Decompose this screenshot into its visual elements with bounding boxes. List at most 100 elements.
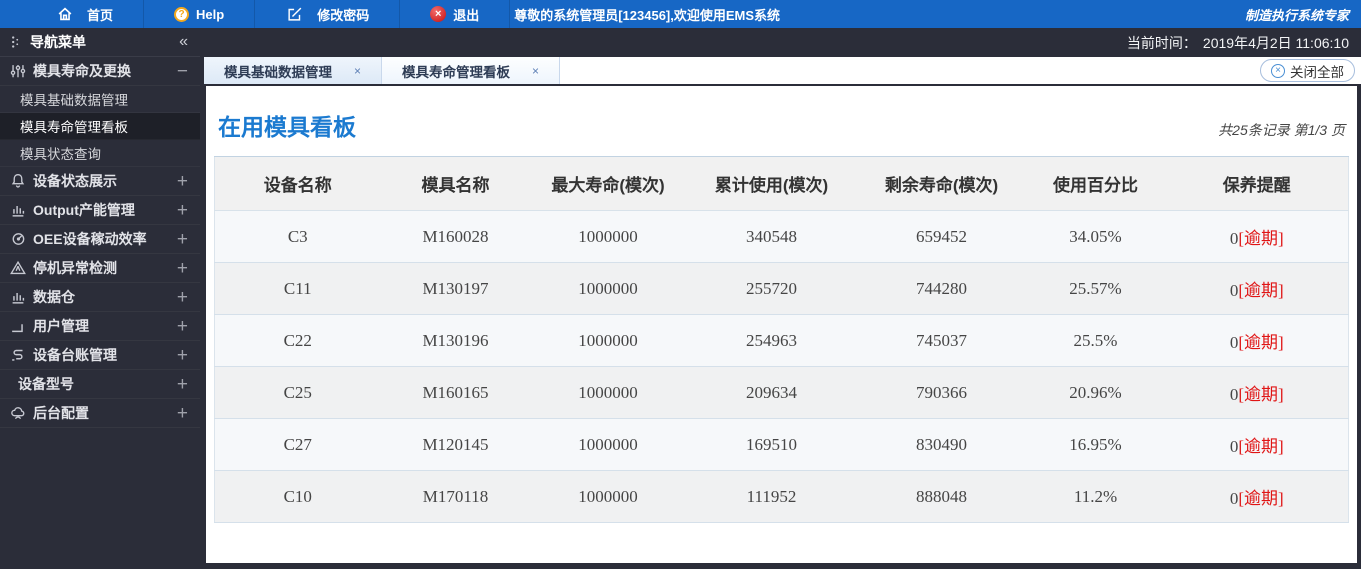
- tab-bar: 模具基础数据管理 × 模具寿命管理看板 × × 关闭全部: [204, 57, 1361, 84]
- max-life-cell: 1000000: [530, 262, 686, 315]
- sidebar-group-data-warehouse[interactable]: 数据仓 +: [0, 283, 200, 312]
- main-layout: 导航菜单 « 模具寿命及更换 − 模具基础数据管理 模具寿命管理看板 模具状态查…: [0, 28, 1361, 569]
- content-column: 当前时间： 2019年4月2日 11:06:10 模具基础数据管理 × 模具寿命…: [200, 28, 1361, 569]
- table-row: C25 M160165 1000000 209634 790366 20.96% 0[逾期]: [214, 366, 1349, 419]
- used-cell: 209634: [685, 366, 858, 419]
- table-row: C27 M120145 1000000 169510 830490 16.95% 0[逾期]: [214, 418, 1349, 471]
- device-name-cell: C11: [214, 262, 381, 315]
- sidebar-item-mold-basic-data[interactable]: 模具基础数据管理: [0, 86, 200, 113]
- max-life-cell: 1000000: [530, 418, 686, 471]
- grip-dots-icon: [10, 33, 20, 52]
- sidebar-group-label: 设备型号: [18, 376, 74, 392]
- max-life-cell: 1000000: [530, 210, 686, 263]
- mold-name-cell: M170118: [380, 470, 531, 523]
- header-used: 累计使用(模次): [685, 156, 858, 211]
- current-time-label: 当前时间：: [1126, 34, 1197, 51]
- sidebar-group-output[interactable]: Output产能管理 +: [0, 196, 200, 225]
- sidebar-collapse-icon[interactable]: «: [179, 33, 188, 51]
- mold-name-cell: M160165: [380, 366, 531, 419]
- tab-mold-life-board[interactable]: 模具寿命管理看板 ×: [382, 57, 560, 84]
- tab-close-icon[interactable]: ×: [354, 64, 361, 78]
- header-mold-name: 模具名称: [380, 156, 531, 211]
- edit-icon: [285, 5, 304, 24]
- sidebar-item-mold-status-query[interactable]: 模具状态查询: [0, 140, 200, 167]
- remaining-life-cell: 790366: [857, 366, 1026, 419]
- logout-button[interactable]: × 退出: [400, 0, 511, 28]
- overdue-label: [逾期]: [1238, 281, 1284, 300]
- sidebar-group-backend-config[interactable]: 后台配置 +: [0, 399, 200, 428]
- flow-icon: [8, 346, 27, 365]
- expand-plus-icon[interactable]: +: [177, 288, 188, 307]
- sidebar-group-device-status[interactable]: 设备状态展示 +: [0, 167, 200, 196]
- home-button[interactable]: 首页: [0, 0, 145, 28]
- sidebar-group-user-management[interactable]: 用户管理 +: [0, 312, 200, 341]
- tab-mold-basic-data[interactable]: 模具基础数据管理 ×: [204, 57, 382, 84]
- maintenance-reminder-cell: 0[逾期]: [1165, 314, 1349, 367]
- mold-name-cell: M160028: [380, 210, 531, 263]
- sidebar-group-label: 数据仓: [33, 289, 75, 305]
- welcome-text: 尊敬的系统管理员[123456],欢迎使用EMS系统: [514, 7, 781, 23]
- sidebar-group-equipment-ledger[interactable]: 设备台账管理 +: [0, 341, 200, 370]
- warning-triangle-icon: [8, 259, 27, 278]
- expand-plus-icon[interactable]: +: [177, 201, 188, 220]
- sidebar-group-mold-life[interactable]: 模具寿命及更换 −: [0, 57, 200, 86]
- page-title: 在用模具看板: [218, 114, 356, 140]
- bar-chart-icon: [8, 201, 27, 220]
- sidebar-group-label: 用户管理: [33, 318, 89, 334]
- current-time-value: 2019年4月2日 11:06:10: [1202, 34, 1349, 51]
- device-name-cell: C22: [214, 314, 381, 367]
- sidebar-group-device-model[interactable]: 设备型号 +: [0, 370, 200, 399]
- sidebar-group-label: 后台配置: [33, 405, 89, 421]
- usage-percent-cell: 20.96%: [1025, 366, 1166, 419]
- remaining-life-cell: 659452: [857, 210, 1026, 263]
- topbar: 首页 ? Help 修改密码 × 退出 尊敬的系统管理员[123456],欢迎使…: [0, 0, 1361, 28]
- expand-plus-icon[interactable]: +: [177, 346, 188, 365]
- expand-plus-icon[interactable]: +: [177, 375, 188, 394]
- used-cell: 254963: [685, 314, 858, 367]
- close-all-label: 关闭全部: [1290, 64, 1344, 80]
- sidebar-group-label: Output产能管理: [33, 202, 135, 218]
- header-remaining-life: 剩余寿命(模次): [857, 156, 1026, 211]
- mold-table-body: C3 M160028 1000000 340548 659452 34.05% 0[逾期] C…: [214, 210, 1349, 523]
- sidebar: 导航菜单 « 模具寿命及更换 − 模具基础数据管理 模具寿命管理看板 模具状态查…: [0, 28, 200, 569]
- sidebar-group-oee[interactable]: OEE设备稼动效率 +: [0, 225, 200, 254]
- sidebar-group-label: 模具寿命及更换: [33, 63, 131, 79]
- usage-percent-cell: 25.57%: [1025, 262, 1166, 315]
- table-row: C11 M130197 1000000 255720 744280 25.57% 0[逾期]: [214, 262, 1349, 315]
- usage-percent-cell: 34.05%: [1025, 210, 1166, 263]
- sidebar-group-label: 停机异常检测: [33, 260, 117, 276]
- header-device-name: 设备名称: [214, 156, 381, 211]
- user-icon: [8, 317, 27, 336]
- record-count-info: 共25条记录 第1/3 页: [1218, 122, 1345, 138]
- close-all-button[interactable]: × 关闭全部: [1260, 59, 1355, 82]
- device-name-cell: C10: [214, 470, 381, 523]
- change-password-label: 修改密码: [317, 7, 370, 23]
- change-password-button[interactable]: 修改密码: [255, 0, 401, 28]
- expand-plus-icon[interactable]: +: [177, 317, 188, 336]
- expand-plus-icon[interactable]: +: [177, 230, 188, 249]
- gauge-icon: [8, 230, 27, 249]
- overdue-label: [逾期]: [1238, 489, 1284, 508]
- usage-percent-cell: 25.5%: [1025, 314, 1166, 367]
- table-row: C3 M160028 1000000 340548 659452 34.05% 0[逾期]: [214, 210, 1349, 263]
- bar-chart-icon: [8, 288, 27, 307]
- help-icon: ?: [174, 6, 190, 22]
- header-row: 设备名称 模具名称 最大寿命(模次) 累计使用(模次) 剩余寿命(模次) 使用百…: [214, 156, 1349, 211]
- remaining-life-cell: 744280: [857, 262, 1026, 315]
- logout-icon: ×: [430, 6, 447, 22]
- header-maintenance-reminder: 保养提醒: [1165, 156, 1349, 211]
- collapse-minus-icon[interactable]: −: [177, 62, 188, 81]
- usage-percent-cell: 16.95%: [1025, 418, 1166, 471]
- help-button[interactable]: ? Help: [144, 0, 256, 28]
- sidebar-header: 导航菜单 «: [0, 28, 200, 57]
- expand-plus-icon[interactable]: +: [177, 404, 188, 423]
- expand-plus-icon[interactable]: +: [177, 172, 188, 191]
- expand-plus-icon[interactable]: +: [177, 259, 188, 278]
- overdue-label: [逾期]: [1238, 437, 1284, 456]
- tab-close-icon[interactable]: ×: [532, 64, 539, 78]
- mold-name-cell: M130196: [380, 314, 531, 367]
- maintenance-reminder-cell: 0[逾期]: [1165, 366, 1349, 419]
- sidebar-item-mold-life-board[interactable]: 模具寿命管理看板: [0, 113, 200, 140]
- sidebar-group-downtime[interactable]: 停机异常检测 +: [0, 254, 200, 283]
- remaining-life-cell: 745037: [857, 314, 1026, 367]
